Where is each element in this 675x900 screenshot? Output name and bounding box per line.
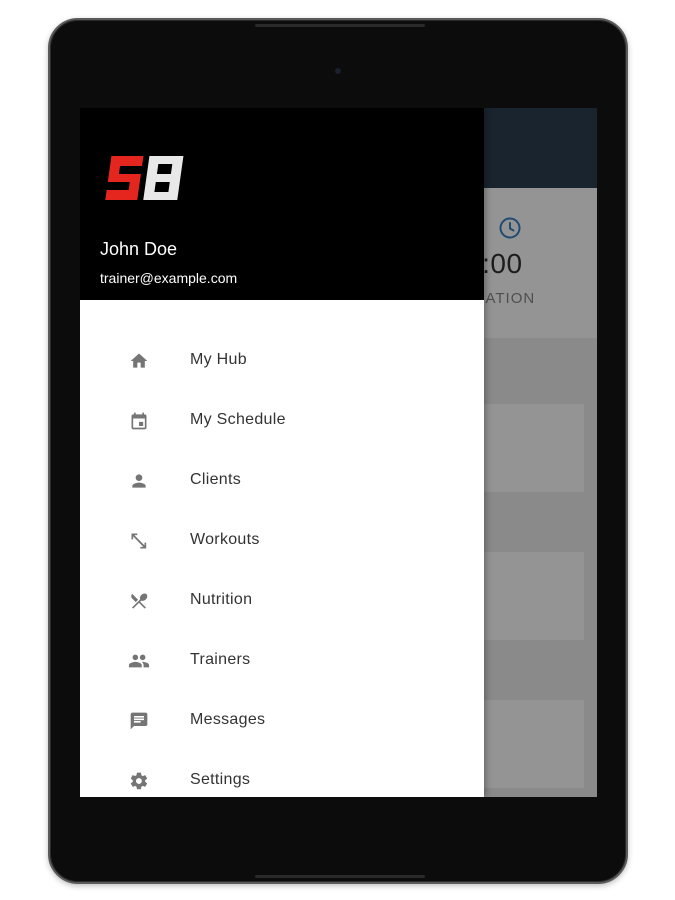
message-icon bbox=[128, 710, 150, 732]
gear-icon bbox=[128, 770, 150, 792]
menu-item-my-hub[interactable]: My Hub bbox=[80, 330, 484, 390]
menu-item-clients[interactable]: Clients bbox=[80, 450, 484, 510]
menu-item-nutrition[interactable]: Nutrition bbox=[80, 570, 484, 630]
app-logo bbox=[105, 156, 184, 200]
people-icon bbox=[128, 650, 150, 672]
utensils-icon bbox=[128, 590, 150, 612]
tablet-camera bbox=[335, 68, 341, 74]
menu-item-trainers[interactable]: Trainers bbox=[80, 630, 484, 690]
menu-item-label: My Schedule bbox=[190, 411, 286, 428]
menu-item-label: Trainers bbox=[190, 651, 251, 668]
app-screen: 00:00 DURATION John Doe trainer@example.… bbox=[80, 108, 597, 797]
user-email: trainer@example.com bbox=[100, 270, 238, 286]
menu-item-label: Nutrition bbox=[190, 591, 253, 608]
menu-item-workouts[interactable]: Workouts bbox=[80, 510, 484, 570]
menu-item-messages[interactable]: Messages bbox=[80, 690, 484, 750]
menu-item-label: My Hub bbox=[190, 351, 247, 368]
person-icon bbox=[128, 470, 150, 492]
user-name: John Doe bbox=[100, 239, 178, 259]
arrows-diagonal-icon bbox=[128, 530, 150, 552]
menu-item-settings[interactable]: Settings bbox=[80, 750, 484, 797]
menu-item-label: Messages bbox=[190, 711, 266, 728]
home-icon bbox=[128, 350, 150, 372]
drawer-header: John Doe trainer@example.com bbox=[80, 108, 484, 300]
menu-item-label: Workouts bbox=[190, 531, 260, 548]
navigation-drawer: John Doe trainer@example.com My Hub My S… bbox=[80, 108, 484, 797]
menu-item-my-schedule[interactable]: My Schedule bbox=[80, 390, 484, 450]
tablet-bottom-slot bbox=[255, 875, 425, 878]
tablet-speaker bbox=[255, 24, 425, 27]
menu-item-label: Settings bbox=[190, 771, 251, 788]
menu-item-label: Clients bbox=[190, 471, 242, 488]
calendar-icon bbox=[128, 410, 150, 432]
drawer-menu: My Hub My Schedule Clients Workouts Nutr… bbox=[80, 330, 484, 797]
